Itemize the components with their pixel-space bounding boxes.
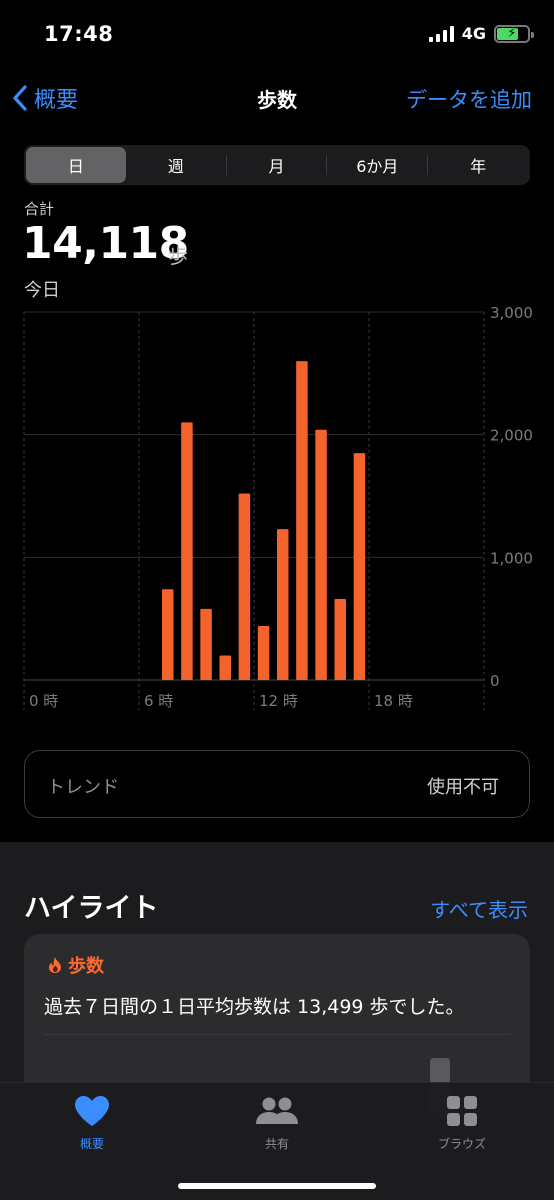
highlight-category: 歩数	[68, 956, 104, 977]
flame-icon	[49, 957, 61, 973]
total-label: 合計	[24, 200, 55, 218]
steps-unit: 歩	[168, 244, 188, 268]
tab-sharing[interactable]: 共有	[217, 1091, 337, 1152]
heart-icon	[75, 1096, 109, 1126]
add-data-button[interactable]: データを追加	[406, 84, 532, 114]
step-bar	[334, 599, 346, 680]
people-icon	[256, 1097, 298, 1124]
x-tick-label: 12 時	[259, 692, 298, 710]
status-bar: 17:48 4G ⚡	[0, 0, 554, 70]
tab-label: 概要	[79, 1137, 104, 1151]
status-indicators: 4G ⚡	[428, 24, 534, 43]
cellular-signal-icon	[428, 25, 454, 42]
segment-week[interactable]: 週	[126, 147, 226, 183]
total-steps-value: 14,118	[22, 218, 189, 269]
segment-day[interactable]: 日	[26, 147, 126, 183]
segment-month[interactable]: 月	[227, 147, 327, 183]
grid-icon	[447, 1096, 477, 1126]
tab-browse[interactable]: ブラウズ	[402, 1091, 522, 1152]
highlights-title: ハイライト	[24, 893, 159, 924]
steps-bar-chart[interactable]: 3,000 2,000 1,000 0 0 時 6 時 12 時 18 時	[0, 298, 554, 718]
steps-detail-panel: 日 週 月 6か月 年 合計 14,118 歩 今日 3,000 2,000 1,0…	[0, 130, 554, 842]
step-bar	[277, 529, 289, 680]
segment-year[interactable]: 年	[428, 147, 528, 183]
chart-svg: 3,000 2,000 1,000 0 0 時 6 時 12 時 18 時	[23, 304, 533, 710]
charging-bolt-icon: ⚡	[507, 25, 517, 41]
tab-summary[interactable]: 概要	[32, 1091, 152, 1152]
y-tick-label: 3,000	[490, 304, 533, 322]
trend-value: 使用不可	[427, 777, 499, 798]
battery-icon: ⚡	[494, 24, 534, 43]
tab-bar: 概要 共有 ブラウズ	[0, 1082, 554, 1200]
network-type: 4G	[461, 24, 486, 43]
highlight-card-header: 歩数	[48, 952, 104, 978]
tab-label: ブラウズ	[437, 1137, 486, 1151]
steps-screen: 17:48 4G ⚡ 概要 歩数 データを追加 日 週 月 6か月 年 合計 1…	[0, 0, 554, 1200]
step-bar	[315, 429, 327, 680]
y-tick-label: 2,000	[490, 427, 533, 445]
trend-card[interactable]: トレンド 使用不可	[24, 750, 530, 818]
step-bar	[181, 422, 193, 680]
step-bar	[257, 626, 270, 680]
status-time: 17:48	[44, 22, 114, 46]
period-segmented-control: 日 週 月 6か月 年	[24, 145, 530, 185]
trend-label: トレンド	[47, 777, 119, 798]
step-bar	[200, 608, 212, 680]
navigation-bar: 概要 歩数 データを追加	[0, 72, 554, 128]
home-indicator[interactable]	[178, 1183, 376, 1189]
step-bar	[296, 361, 308, 680]
step-bar	[219, 655, 231, 680]
tab-label: 共有	[264, 1137, 289, 1151]
y-tick-label: 1,000	[490, 549, 533, 567]
x-tick-label: 6 時	[144, 692, 173, 710]
highlight-divider	[44, 1034, 510, 1035]
segment-six-months[interactable]: 6か月	[327, 147, 427, 183]
y-tick-label: 0	[490, 672, 500, 690]
show-all-link[interactable]: すべて表示	[430, 894, 528, 923]
step-bar	[238, 493, 251, 680]
x-tick-label: 0 時	[29, 692, 58, 710]
x-tick-label: 18 時	[374, 692, 413, 710]
step-bar	[353, 453, 366, 680]
step-bar	[162, 589, 174, 680]
highlight-text: 過去７日間の１日平均歩数は 13,499 歩でした。	[44, 996, 465, 1018]
